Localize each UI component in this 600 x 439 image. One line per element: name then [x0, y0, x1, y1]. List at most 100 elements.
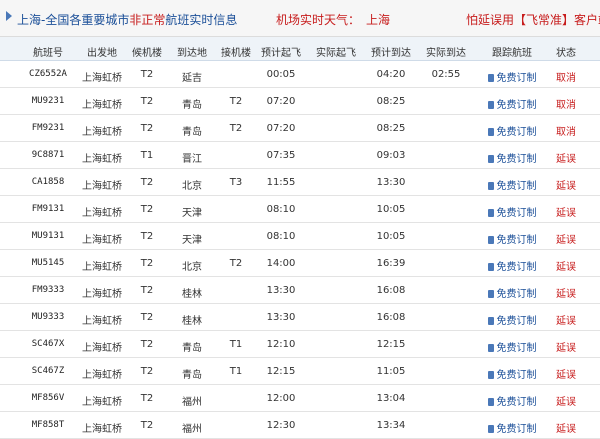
table-row: CA1858 上海虹桥 T2 北京 T3 11:55 13:30 免费订制 延误 — [0, 169, 600, 196]
scheduled-arrival: 16:08 — [376, 285, 406, 296]
table-row: SC467X 上海虹桥 T2 青岛 T1 12:10 12:15 免费订制 延误 — [0, 331, 600, 358]
track-label: 免费订制 — [496, 343, 537, 354]
scheduled-arrival: 16:39 — [376, 258, 406, 269]
weather-city: 上海 — [366, 13, 391, 27]
column-header: 实际起飞 — [316, 48, 356, 59]
table-row: MF856V 上海虹桥 T2 福州 12:00 13:04 免费订制 延误 — [0, 385, 600, 412]
table-row: FM9231 上海虹桥 T2 青岛 T2 07:20 08:25 免费订制 取消 — [0, 115, 600, 142]
arrival-city: 桂林 — [182, 316, 202, 327]
arrival-city: 桂林 — [182, 289, 202, 300]
scheduled-arrival: 16:08 — [376, 312, 406, 323]
scheduled-departure: 13:30 — [266, 285, 296, 296]
scheduled-departure: 12:30 — [266, 420, 296, 431]
status-badge: 延误 — [556, 181, 576, 192]
status-badge: 取消 — [556, 73, 576, 84]
track-label: 免费订制 — [496, 127, 537, 138]
scheduled-arrival: 13:04 — [376, 393, 406, 404]
track-label: 免费订制 — [496, 208, 537, 219]
scheduled-departure: 12:00 — [266, 393, 296, 404]
table-row: 9C8871 上海虹桥 T1 晋江 07:35 09:03 免费订制 延误 — [0, 142, 600, 169]
scheduled-arrival: 11:05 — [376, 366, 406, 377]
column-header: 航班号 — [33, 48, 63, 59]
track-label: 免费订制 — [496, 316, 537, 327]
track-label: 免费订制 — [496, 154, 537, 165]
phone-icon — [487, 290, 494, 298]
track-label: 免费订制 — [496, 100, 537, 111]
table-row: MU9231 上海虹桥 T2 青岛 T2 07:20 08:25 免费订制 取消 — [0, 88, 600, 115]
scheduled-arrival: 08:25 — [376, 96, 406, 107]
scheduled-arrival: 09:03 — [376, 150, 406, 161]
scheduled-departure: 14:00 — [266, 258, 296, 269]
status-badge: 延误 — [556, 397, 576, 408]
column-header: 实际到达 — [426, 48, 466, 59]
weather-label: 机场实时天气： — [276, 13, 361, 27]
scheduled-departure: 07:35 — [266, 150, 296, 161]
weather-link[interactable]: 机场实时天气： 上海 — [276, 11, 390, 28]
scheduled-departure: 11:55 — [266, 177, 296, 188]
phone-icon — [487, 425, 494, 433]
top-bar: 上海-全国各重要城市非正常航班实时信息 机场实时天气： 上海 怕延误用【飞常准】客… — [0, 0, 600, 37]
scheduled-arrival: 10:05 — [376, 231, 406, 242]
scheduled-arrival: 13:34 — [376, 420, 406, 431]
column-header: 跟踪航班 — [492, 48, 532, 59]
phone-icon — [487, 263, 494, 271]
arrival-city: 晋江 — [182, 154, 202, 165]
track-label: 免费订制 — [496, 289, 537, 300]
track-label: 免费订制 — [496, 397, 537, 408]
table-row: FM9333 上海虹桥 T2 桂林 13:30 16:08 免费订制 延误 — [0, 277, 600, 304]
scheduled-arrival: 08:25 — [376, 123, 406, 134]
status-badge: 延误 — [556, 343, 576, 354]
column-header: 状态 — [556, 48, 576, 59]
phone-icon — [487, 371, 494, 379]
track-label: 免费订制 — [496, 73, 537, 84]
status-badge: 延误 — [556, 235, 576, 246]
actual-arrival: 02:55 — [431, 69, 461, 80]
table-row: SC467Z 上海虹桥 T2 青岛 T1 12:15 11:05 免费订制 延误 — [0, 358, 600, 385]
arrival-city: 福州 — [182, 424, 202, 435]
phone-icon — [487, 128, 494, 136]
scheduled-arrival: 10:05 — [376, 204, 406, 215]
scheduled-departure: 00:05 — [266, 69, 296, 80]
table-row: MU9333 上海虹桥 T2 桂林 13:30 16:08 免费订制 延误 — [0, 304, 600, 331]
scheduled-departure: 07:20 — [266, 96, 296, 107]
status-badge: 取消 — [556, 100, 576, 111]
scheduled-departure: 07:20 — [266, 123, 296, 134]
arrival-city: 延吉 — [182, 73, 202, 84]
scheduled-arrival: 12:15 — [376, 339, 406, 350]
phone-icon — [487, 236, 494, 244]
table-header: 航班号 出发地 候机楼 到达地 接机楼 预计起飞 实际起飞 预计到达 实际到达 跟踪航班 状态 — [0, 37, 600, 61]
phone-icon — [487, 344, 494, 352]
title-highlight: 非正常 — [129, 13, 166, 27]
scheduled-departure: 08:10 — [266, 231, 296, 242]
title-city: 上海 — [17, 13, 42, 27]
scheduled-arrival: 13:30 — [376, 177, 406, 188]
phone-icon — [487, 182, 494, 190]
title-suffix: 航班实时信息 — [165, 13, 238, 27]
table-row: MU5145 上海虹桥 T2 北京 T2 14:00 16:39 免费订制 延误 — [0, 250, 600, 277]
app-promo-link[interactable]: 怕延误用【飞常准】客户端 — [466, 11, 600, 28]
column-header: 预计起飞 — [261, 48, 301, 59]
status-badge: 延误 — [556, 289, 576, 300]
arrival-city: 天津 — [182, 235, 202, 246]
page-title: 上海-全国各重要城市非正常航班实时信息 — [17, 11, 237, 28]
scheduled-departure: 12:10 — [266, 339, 296, 350]
status-badge: 延误 — [556, 316, 576, 327]
title-middle: -全国各重要城市 — [41, 13, 130, 27]
phone-icon — [487, 209, 494, 217]
table-row: MF858T 上海虹桥 T2 福州 12:30 13:34 免费订制 延误 — [0, 412, 600, 439]
status-badge: 延误 — [556, 370, 576, 381]
scheduled-departure: 12:15 — [266, 366, 296, 377]
status-badge: 延误 — [556, 424, 576, 435]
table-row: MU9131 上海虹桥 T2 天津 08:10 10:05 免费订制 延误 — [0, 223, 600, 250]
track-label: 免费订制 — [496, 181, 537, 192]
status-badge: 延误 — [556, 262, 576, 273]
track-label: 免费订制 — [496, 424, 537, 435]
phone-icon — [487, 398, 494, 406]
status-badge: 取消 — [556, 127, 576, 138]
track-label: 免费订制 — [496, 235, 537, 246]
arrival-city: 福州 — [182, 397, 202, 408]
phone-icon — [487, 101, 494, 109]
track-label: 免费订制 — [496, 370, 537, 381]
phone-icon — [487, 155, 494, 163]
table-row: CZ6552A 上海虹桥 T2 延吉 00:05 04:20 02:55 免费订制 取消 — [0, 61, 600, 88]
